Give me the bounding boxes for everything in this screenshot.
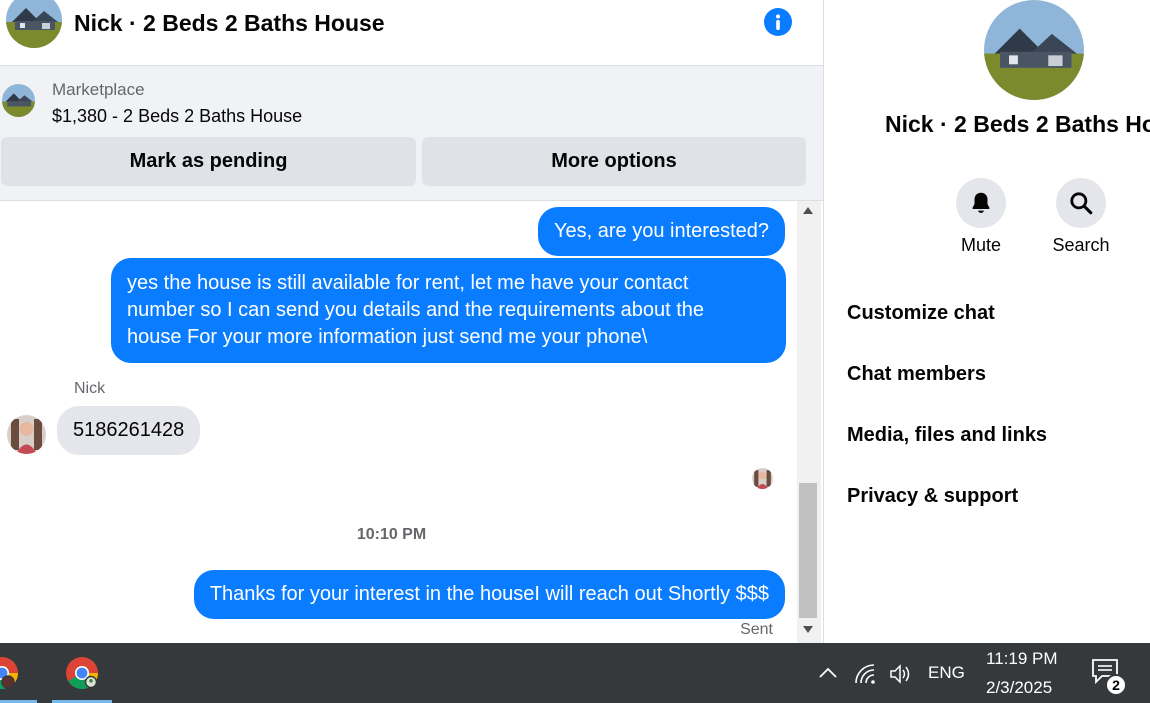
search-button-circle [1056, 178, 1106, 228]
media-files-links-menu-item[interactable]: Media, files and links [847, 424, 1047, 447]
scroll-down-arrow-icon[interactable] [803, 626, 813, 633]
input-language-indicator[interactable]: ENG [928, 663, 965, 683]
taskbar-chrome-app[interactable] [0, 643, 37, 703]
outgoing-message[interactable]: Yes, are you interested? [538, 207, 785, 256]
search-button[interactable]: Search [1041, 178, 1121, 256]
clock-time[interactable]: 11:19 PM [986, 649, 1058, 669]
house-photo-icon [984, 0, 1084, 100]
sender-avatar[interactable] [7, 415, 46, 454]
volume-icon[interactable] [888, 662, 912, 691]
message-timestamp: 10:10 PM [356, 526, 427, 543]
house-photo-icon [6, 0, 62, 48]
message-line: house For your more information just sen… [127, 326, 648, 348]
mark-as-pending-button[interactable]: Mark as pending [1, 137, 416, 186]
marketplace-panel: Marketplace $1,380 - 2 Beds 2 Baths Hous… [0, 66, 823, 201]
search-icon [1070, 192, 1093, 215]
network-icon[interactable] [853, 662, 877, 691]
more-options-button[interactable]: More options [422, 137, 806, 186]
message-line: yes the house is still available for ren… [127, 272, 689, 294]
sidebar-chat-title: Nick · 2 Beds 2 Baths House [885, 111, 1150, 137]
listing-avatar[interactable] [6, 0, 62, 48]
info-button[interactable] [764, 8, 792, 36]
listing-title[interactable]: $1,380 - 2 Beds 2 Baths House [52, 106, 302, 127]
mute-button[interactable]: Mute [941, 178, 1021, 256]
person-photo-icon [752, 468, 773, 489]
customize-chat-menu-item[interactable]: Customize chat [847, 302, 995, 325]
mute-label: Mute [960, 235, 1002, 255]
taskbar: ENG 11:19 PM 2/3/2025 2 [0, 643, 1150, 703]
chrome-icon [0, 657, 19, 689]
search-label: Search [1052, 235, 1110, 255]
person-photo-icon [7, 415, 46, 454]
listing-thumbnail[interactable] [2, 84, 35, 117]
incoming-message[interactable]: 5186261428 [57, 406, 201, 455]
pane-divider [823, 0, 824, 643]
chat-title: Nick · 2 Beds 2 Baths House [74, 10, 385, 36]
house-photo-icon [2, 84, 35, 117]
mute-button-circle [956, 178, 1006, 228]
info-icon [776, 14, 780, 30]
show-hidden-icons-chevron-icon[interactable] [817, 662, 839, 689]
outgoing-message[interactable]: yes the house is still available for ren… [111, 258, 786, 363]
taskbar-chrome-app[interactable] [52, 643, 112, 703]
action-center-button[interactable]: 2 [1090, 657, 1134, 697]
bell-icon [972, 192, 990, 213]
chrome-icon [66, 657, 99, 690]
scroll-up-arrow-icon[interactable] [803, 207, 813, 214]
sender-name: Nick [74, 380, 106, 397]
message-scrollbar[interactable] [797, 201, 821, 643]
chat-members-menu-item[interactable]: Chat members [847, 363, 986, 386]
scroll-thumb[interactable] [799, 483, 817, 618]
marketplace-label: Marketplace [52, 80, 145, 99]
notification-count-badge: 2 [1105, 674, 1127, 696]
chat-header: Nick · 2 Beds 2 Baths House [0, 0, 823, 66]
clock-date[interactable]: 2/3/2025 [986, 678, 1052, 698]
seen-indicator-avatar [752, 468, 773, 489]
outgoing-message[interactable]: Thanks for your interest in the houseI w… [193, 570, 785, 619]
message-line: number so I can send you details and the… [127, 299, 705, 321]
message-status: Sent [740, 621, 773, 638]
privacy-support-menu-item[interactable]: Privacy & support [847, 485, 1018, 508]
message-list: Yes, are you interested? yes the house i… [0, 201, 797, 643]
listing-profile-photo[interactable] [984, 0, 1084, 100]
